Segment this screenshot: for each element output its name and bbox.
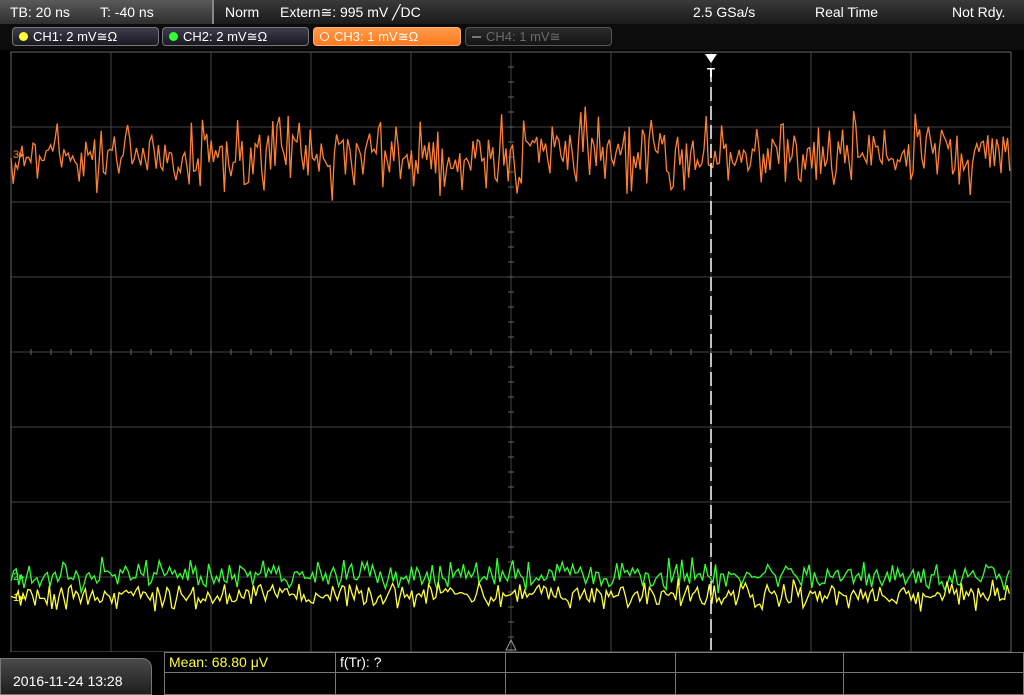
measurement-cell-3[interactable] [506, 652, 676, 673]
measurement-cell-8[interactable] [506, 673, 676, 695]
measurement-panel: Mean: 68.80 μV f(Tr): ? [164, 652, 1024, 695]
status-bar: TB: 20 ns T: -40 ns Norm Extern≅: 995 mV… [0, 0, 1024, 24]
channel-1-label: CH1: 2 mV≅Ω [33, 29, 118, 44]
sample-rate-label: 2.5 GSa/s [693, 4, 756, 20]
measurement-cell-6[interactable] [164, 673, 336, 695]
channel-3-offset-marker[interactable]: 3▸ [13, 149, 25, 161]
channel-4-label: CH4: 1 mV≅ [486, 29, 561, 44]
status-label: Not Rdy. [952, 4, 1006, 20]
trigger-time-label: T: -40 ns [100, 4, 154, 20]
channel-3-label: CH3: 1 mV≅Ω [334, 29, 419, 44]
channel-bar: CH1: 2 mV≅Ω CH2: 2 mV≅Ω CH3: 1 mV≅Ω CH4:… [0, 24, 1024, 50]
rise-frequency-measurement: f(Tr): ? [340, 654, 382, 670]
channel-4-dash-icon [472, 36, 481, 38]
measurement-cell-4[interactable] [676, 652, 844, 673]
channel-2-offset-marker[interactable]: 2▸ [13, 571, 25, 583]
trigger-marker-label: T [707, 65, 715, 80]
measurement-cell-10[interactable] [844, 673, 1024, 695]
channel-1-dot-icon [19, 32, 28, 41]
measurement-cell-9[interactable] [676, 673, 844, 695]
measurement-cell-5[interactable] [844, 652, 1024, 673]
channel-1-button[interactable]: CH1: 2 mV≅Ω [12, 27, 159, 46]
channel-1-offset-marker[interactable]: 1▸ [13, 592, 25, 604]
trigger-mode-label[interactable]: Norm [225, 4, 259, 20]
channel-2-button[interactable]: CH2: 2 mV≅Ω [162, 27, 309, 46]
timebase-box[interactable]: TB: 20 ns T: -40 ns [0, 0, 214, 24]
channel-2-label: CH2: 2 mV≅Ω [183, 29, 268, 44]
channel-2-dot-icon [169, 32, 178, 41]
datetime-box: 2016-11-24 13:28 [0, 658, 152, 695]
scope-display[interactable]: T 3▸ 2▸ 1▸ [0, 50, 1024, 652]
channel-3-button[interactable]: CH3: 1 mV≅Ω [313, 27, 461, 46]
datetime-label: 2016-11-24 13:28 [13, 673, 123, 689]
trigger-source-label[interactable]: Extern≅: 995 mV ╱DC [280, 4, 421, 21]
measurement-cell-7[interactable] [336, 673, 506, 695]
acquisition-mode-label[interactable]: Real Time [815, 4, 878, 20]
channel-4-button[interactable]: CH4: 1 mV≅ [465, 27, 612, 46]
channel-3-dot-icon [320, 32, 329, 41]
mean-measurement: Mean: 68.80 μV [169, 654, 269, 670]
timebase-label: TB: 20 ns [10, 4, 70, 20]
